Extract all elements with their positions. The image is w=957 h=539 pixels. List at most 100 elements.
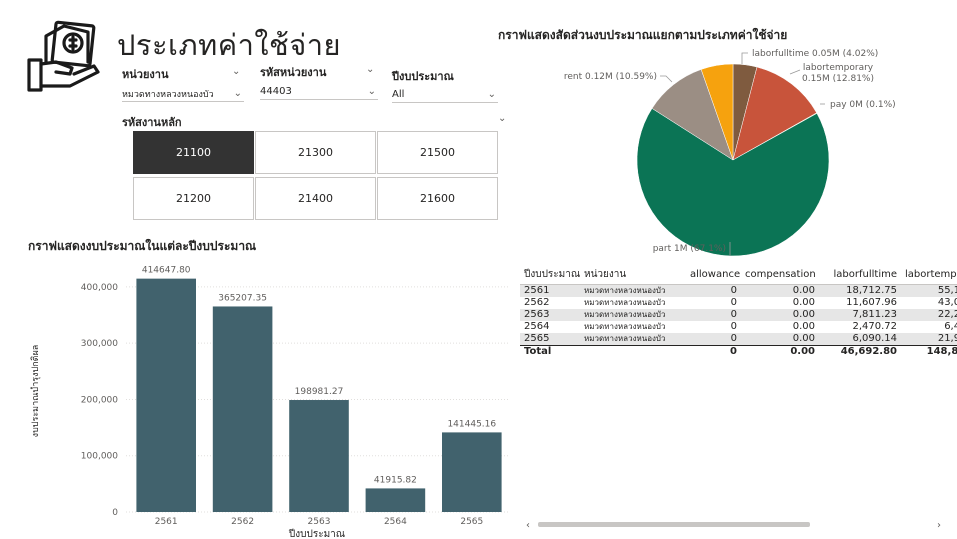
- table-cell: Total: [520, 344, 580, 358]
- bar-value-label: 414647.80: [142, 266, 191, 276]
- pie-chart[interactable]: laborfulltime 0.05M (4.02%) labortemporar…: [520, 44, 957, 256]
- bar-2562: [212, 306, 273, 512]
- table-cell: หมวดทางหลวงหนองบัว: [584, 297, 666, 307]
- chevron-down-icon: ⌄: [233, 88, 242, 99]
- table-cell: 2565: [520, 332, 580, 345]
- scrollbar-thumb[interactable]: [538, 522, 810, 527]
- table-row[interactable]: 2563 หมวดทางหลวงหนองบัว 0 0.00 7,811.23 …: [520, 308, 957, 321]
- table-cell: หมวดทางหลวงหนองบัว: [584, 321, 666, 331]
- table-cell: หมวดทางหลวงหนองบัว: [580, 308, 686, 321]
- table-cell: 2561: [520, 284, 580, 297]
- table-cell: 0.00: [741, 308, 819, 321]
- table-total-row[interactable]: Total 0 0.00 46,692.80 148,876.: [520, 344, 957, 358]
- column-header[interactable]: หน่วยงาน: [580, 266, 686, 285]
- table-cell: 46,692.80: [819, 344, 901, 358]
- pie-label-part: part 1M (67.1%): [653, 244, 726, 254]
- pie-leader-line: [789, 69, 801, 75]
- chevron-down-icon[interactable]: ⌄: [498, 113, 506, 124]
- table-row[interactable]: 2562 หมวดทางหลวงหนองบัว 0 0.00 11,607.96…: [520, 297, 957, 309]
- y-tick-label: 0: [112, 508, 118, 518]
- bar-2561: [136, 278, 196, 512]
- table-cell: 0.00: [741, 284, 819, 297]
- table-cell: 2562: [524, 296, 550, 308]
- table-cell: 18,712.75: [819, 284, 901, 297]
- chevron-down-icon: ⌄: [487, 89, 496, 100]
- chevron-down-icon[interactable]: ⌄: [366, 64, 374, 75]
- tile-21300[interactable]: 21300: [255, 131, 376, 174]
- main-code-slicer-label: รหัสงานหลัก: [122, 116, 182, 129]
- fiscal-year-dropdown-value: All: [392, 89, 405, 100]
- column-header[interactable]: compensation: [741, 266, 819, 285]
- tile-21400[interactable]: 21400: [255, 177, 376, 220]
- table-cell: 2563: [520, 308, 580, 321]
- fiscal-year-slicer-label: ปีงบประมาณ: [392, 70, 454, 83]
- tile-21100[interactable]: 21100: [133, 131, 254, 174]
- table-cell: หมวดทางหลวงหนองบัว: [580, 284, 686, 297]
- fiscal-year-dropdown[interactable]: All ⌄: [392, 87, 498, 103]
- bar-chart[interactable]: 0 100,000 200,000 300,000 400,000 414647.80 25…: [28, 256, 518, 539]
- unit-slicer-label: หน่วยงาน: [122, 68, 169, 81]
- x-axis-title: ปีงบประมาณ: [288, 528, 345, 539]
- pie-label-labortemporary: labortemporary: [803, 63, 874, 73]
- pie-chart-title: กราฟแสดงสัดส่วนงบประมาณแยกตามประเภทค่าใช…: [498, 28, 788, 42]
- table-cell: 0.00: [792, 296, 815, 308]
- table-cell: หมวดทางหลวงหนองบัว: [580, 332, 686, 345]
- bar-value-label: 365207.35: [218, 293, 267, 303]
- table-horizontal-scrollbar[interactable]: ‹ ›: [520, 518, 957, 532]
- column-header[interactable]: labortempora: [901, 266, 957, 285]
- y-tick-label: 200,000: [81, 395, 118, 405]
- table-cell: 21,915.: [901, 332, 957, 345]
- table-cell: 43,076.: [937, 296, 957, 308]
- table-cell: 148,876.: [901, 344, 957, 358]
- bar-2563: [289, 400, 349, 512]
- unit-dropdown[interactable]: หมวดทางหลวงหนองบัว ⌄: [122, 86, 244, 102]
- data-table[interactable]: ปีงบประมาณ หน่วยงาน allowance compensati…: [520, 266, 957, 358]
- y-tick-label: 300,000: [81, 339, 118, 349]
- pie-label-labortemporary: 0.15M (12.81%): [802, 74, 874, 84]
- table-cell: 0: [686, 332, 741, 345]
- scroll-left-icon[interactable]: ‹: [526, 520, 530, 531]
- bar-2564: [365, 488, 426, 512]
- unit-code-dropdown[interactable]: 44403 ⌄: [260, 84, 378, 100]
- x-tick-label: 2563: [308, 517, 331, 527]
- y-tick-label: 400,000: [81, 283, 118, 293]
- pie-leader-line: [741, 52, 748, 64]
- y-tick-label: 100,000: [81, 452, 118, 462]
- bar-value-label: 198981.27: [295, 387, 344, 397]
- money-hand-icon: [27, 20, 100, 92]
- table-cell: 11,607.96: [846, 296, 897, 308]
- column-header[interactable]: allowance: [686, 266, 741, 285]
- chevron-down-icon[interactable]: ⌄: [232, 66, 240, 77]
- y-axis-title: งบประมาณบำรุงปกติผล: [30, 345, 41, 438]
- table-cell: 22,293.: [901, 308, 957, 321]
- table-cell: 0: [730, 296, 737, 308]
- table-cell: 6,423.: [944, 320, 957, 332]
- table-cell: 0: [686, 308, 741, 321]
- x-tick-label: 2564: [384, 517, 407, 527]
- table-row[interactable]: 2561 หมวดทางหลวงหนองบัว 0 0.00 18,712.75…: [520, 284, 957, 297]
- column-header[interactable]: ปีงบประมาณ: [520, 266, 580, 285]
- tile-21600[interactable]: 21600: [377, 177, 498, 220]
- unit-code-slicer-label: รหัสหน่วยงาน: [260, 66, 327, 79]
- bar-chart-title: กราฟแสดงงบประมาณในแต่ละปีงบประมาณ: [28, 239, 257, 253]
- tile-21500[interactable]: 21500: [377, 131, 498, 174]
- column-header[interactable]: laborfulltime: [819, 266, 901, 285]
- table-cell: [580, 344, 686, 358]
- x-tick-label: 2561: [155, 517, 178, 527]
- pie-label-pay: pay 0M (0.1%): [830, 100, 896, 110]
- table-header-row: ปีงบประมาณ หน่วยงาน allowance compensati…: [520, 266, 957, 285]
- table-row[interactable]: 2565 หมวดทางหลวงหนองบัว 0 0.00 6,090.14 …: [520, 332, 957, 345]
- tile-21200[interactable]: 21200: [133, 177, 254, 220]
- scroll-right-icon[interactable]: ›: [937, 520, 941, 531]
- unit-dropdown-value: หมวดทางหลวงหนองบัว: [122, 89, 214, 100]
- bar-value-label: 141445.16: [447, 419, 496, 429]
- table-cell: 0: [730, 320, 737, 332]
- table-cell: 2,470.72: [852, 320, 897, 332]
- pie-label-laborfulltime: laborfulltime 0.05M (4.02%): [752, 49, 878, 59]
- x-tick-label: 2565: [460, 517, 483, 527]
- table-row[interactable]: 2564 หมวดทางหลวงหนองบัว 0 0.00 2,470.72 …: [520, 321, 957, 333]
- table-cell: 55,167.: [901, 284, 957, 297]
- chevron-down-icon: ⌄: [367, 86, 376, 97]
- bar-value-label: 41915.82: [374, 475, 417, 485]
- table-cell: 7,811.23: [819, 308, 901, 321]
